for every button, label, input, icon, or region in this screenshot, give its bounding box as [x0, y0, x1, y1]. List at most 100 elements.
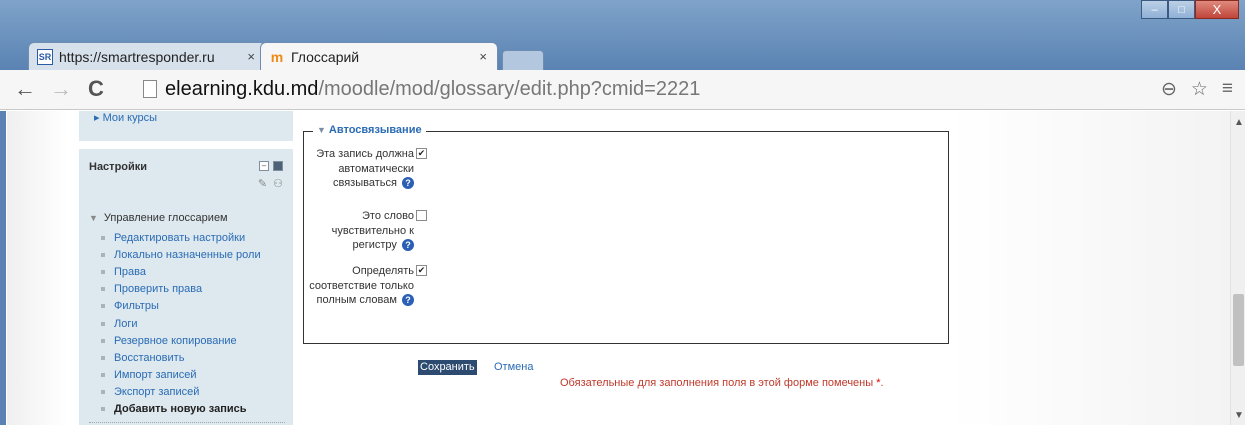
block-title: Настройки [89, 161, 148, 173]
help-icon[interactable]: ? [402, 239, 414, 252]
sidebar-item-label: Импорт записей [114, 369, 197, 382]
address-bar[interactable]: elearning.kdu.md/moodle/mod/glossary/edi… [135, 74, 1215, 104]
field-label: Это слово чувствительно к регистру ? [308, 209, 414, 253]
sidebar-item-label: Локально назначенные роли [114, 248, 261, 261]
user-roles-icon[interactable]: ⚇ [273, 177, 283, 190]
page-viewport: ▸ Мои курсы Настройки – ✎ ⚇ ▼ Управление … [0, 111, 1245, 425]
save-button[interactable]: Сохранить [418, 360, 477, 375]
toolbar-right: ⊖ ☆ ≡ [1161, 78, 1233, 101]
tab-title: Глоссарий [291, 48, 360, 65]
sidebar-item-local-roles[interactable]: Локально назначенные роли [101, 246, 261, 263]
case-sensitive-checkbox[interactable] [416, 210, 427, 221]
tab-glossary[interactable]: m Глоссарий × [260, 42, 498, 70]
bullet-icon [101, 355, 105, 360]
zoom-icon[interactable]: ⊖ [1161, 78, 1177, 101]
tab-close-icon[interactable]: × [479, 49, 487, 64]
sidebar-item-label: Экспорт записей [114, 386, 200, 399]
sidebar-item-check-permissions[interactable]: Проверить права [101, 281, 261, 298]
collapse-arrow-icon: ▼ [317, 125, 326, 135]
sidebar-item-add-entry[interactable]: Добавить новую запись [101, 401, 261, 418]
sidebar-item-label: Права [114, 265, 146, 278]
cancel-link[interactable]: Отмена [494, 361, 533, 373]
sidebar-item-filters[interactable]: Фильтры [101, 298, 261, 315]
bullet-icon [101, 373, 105, 378]
window-controls: – □ X [1141, 0, 1239, 19]
bullet-icon [101, 287, 105, 292]
right-margin [951, 111, 1231, 425]
sidebar-item-label: Восстановить [114, 351, 185, 364]
field-label: Эта запись должна автоматически связыват… [308, 147, 414, 191]
star-icon[interactable]: ☆ [1191, 78, 1208, 101]
smartresponder-favicon-icon: SR [37, 48, 53, 65]
settings-block: Настройки – ✎ ⚇ ▼ Управление глоссарием Р… [79, 149, 293, 425]
settings-tree: Редактировать настройки Локально назначе… [101, 229, 261, 418]
minimize-button[interactable]: – [1141, 0, 1168, 19]
sidebar-item-restore[interactable]: Восстановить [101, 349, 261, 366]
required-note-text: Обязательные для заполнения поля в этой … [560, 377, 874, 389]
field-autolink-entry: Эта запись должна автоматически связыват… [308, 147, 428, 191]
my-courses-link[interactable]: ▸ Мои курсы [94, 111, 157, 124]
dock-icon[interactable] [273, 161, 283, 171]
window-titlebar: – □ X SR https://smartresponder.ru × m Г… [0, 0, 1245, 70]
field-full-match: Определять соответствие только полным сл… [308, 264, 428, 308]
tab-close-icon[interactable]: × [247, 49, 255, 64]
sidebar-item-label: Проверить права [114, 283, 203, 296]
menu-icon[interactable]: ≡ [1222, 78, 1233, 101]
sidebar-item-import[interactable]: Импорт записей [101, 367, 261, 384]
sidebar-item-label: Добавить новую запись [114, 403, 247, 416]
scroll-thumb[interactable] [1233, 294, 1244, 366]
close-window-button[interactable]: X [1195, 0, 1239, 19]
browser-toolbar: ← → C elearning.kdu.md/moodle/mod/glossa… [0, 70, 1245, 110]
new-tab-button[interactable] [502, 50, 544, 70]
required-note-end: . [880, 377, 884, 389]
vertical-scrollbar[interactable]: ▲ ▼ [1230, 111, 1245, 425]
sidebar-item-permissions[interactable]: Права [101, 263, 261, 280]
field-case-sensitive: Это слово чувствительно к регистру ? [308, 209, 428, 253]
back-icon[interactable]: ← [14, 76, 36, 102]
tab-strip: SR https://smartresponder.ru × m Глоссар… [28, 36, 544, 70]
scroll-up-icon[interactable]: ▲ [1234, 117, 1244, 128]
reload-icon[interactable]: C [88, 76, 104, 102]
sidebar-item-label: Редактировать настройки [114, 231, 246, 244]
left-margin [7, 111, 67, 425]
sidebar-item-label: Резервное копирование [114, 334, 237, 347]
sidebar-item-label: Логи [114, 317, 138, 330]
block-tools: ✎ ⚇ [258, 177, 283, 190]
field-label: Определять соответствие только полным сл… [308, 264, 414, 308]
required-fields-note: Обязательные для заполнения поля в этой … [560, 377, 884, 389]
sidebar-item-export[interactable]: Экспорт записей [101, 384, 261, 401]
field-label-text: Определять соответствие только полным сл… [309, 265, 414, 306]
block-divider [89, 422, 285, 423]
url-host: elearning.kdu.md [165, 77, 319, 100]
forward-icon[interactable]: → [50, 76, 72, 102]
tab-title: https://smartresponder.ru [59, 48, 215, 65]
autolink-checkbox[interactable]: ✔ [416, 148, 427, 159]
legend-label: Автосвязывание [328, 124, 422, 136]
sidebar-item-edit-settings[interactable]: Редактировать настройки [101, 229, 261, 246]
moodle-favicon-icon: m [270, 48, 284, 65]
maximize-button[interactable]: □ [1168, 0, 1195, 19]
help-icon[interactable]: ? [402, 177, 414, 190]
bullet-icon [101, 252, 105, 257]
bullet-icon [101, 321, 105, 326]
bullet-icon [101, 304, 105, 309]
tab-smartresponder[interactable]: SR https://smartresponder.ru × [28, 42, 266, 70]
tree-root[interactable]: ▼ Управление глоссарием [89, 212, 228, 224]
fieldset-legend[interactable]: ▼ Автосвязывание [313, 124, 426, 136]
help-icon[interactable]: ? [402, 294, 414, 307]
block-controls: – [259, 161, 283, 171]
scroll-down-icon[interactable]: ▼ [1234, 410, 1244, 421]
collapse-icon[interactable]: – [259, 161, 269, 171]
bullet-icon [101, 269, 105, 274]
wrench-icon[interactable]: ✎ [258, 177, 267, 190]
page-icon [143, 80, 157, 98]
sidebar-item-logs[interactable]: Логи [101, 315, 261, 332]
tree-root-label: Управление глоссарием [103, 212, 228, 224]
full-match-checkbox[interactable]: ✔ [416, 265, 427, 276]
bullet-icon [101, 235, 105, 240]
sidebar-item-backup[interactable]: Резервное копирование [101, 332, 261, 349]
bullet-icon [101, 390, 105, 395]
url-path: /moodle/mod/glossary/edit.php?cmid=2221 [318, 77, 701, 100]
expanded-arrow-icon: ▼ [89, 213, 98, 223]
my-courses-label: Мои курсы [102, 112, 158, 124]
